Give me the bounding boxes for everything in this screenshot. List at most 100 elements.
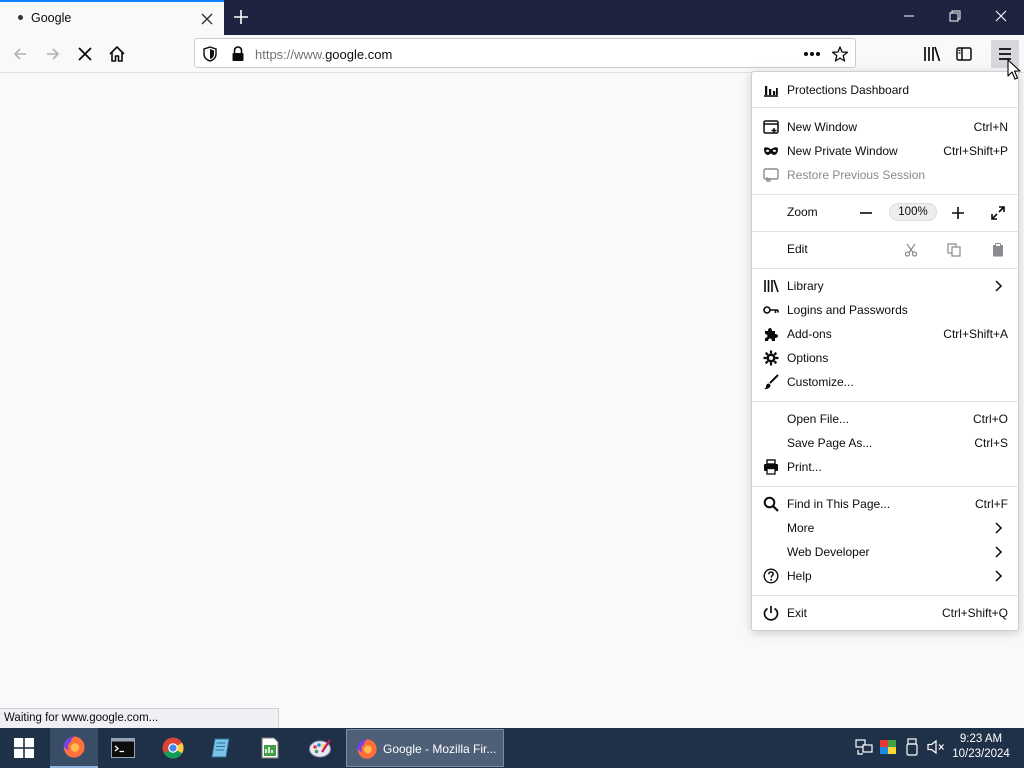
menu-item-customize[interactable]: Customize...	[752, 370, 1018, 394]
menu-item-find-in-page[interactable]: Find in This Page... Ctrl+F	[752, 492, 1018, 516]
menu-item-label: Find in This Page...	[787, 497, 891, 511]
fullscreen-icon	[991, 206, 1005, 220]
menu-item-protections-dashboard[interactable]: Protections Dashboard	[752, 78, 1018, 102]
menu-item-addons[interactable]: Add-ons Ctrl+Shift+A	[752, 322, 1018, 346]
close-icon	[201, 13, 213, 25]
usb-device-icon[interactable]	[903, 738, 921, 756]
plus-icon	[952, 207, 964, 219]
menu-item-web-developer[interactable]: Web Developer	[752, 540, 1018, 564]
menu-item-library[interactable]: Library	[752, 274, 1018, 298]
new-tab-button[interactable]	[229, 5, 253, 29]
zoom-reset-button[interactable]: 100%	[889, 203, 937, 221]
key-icon	[763, 302, 779, 318]
menu-item-shortcut: Ctrl+Shift+A	[943, 327, 1008, 341]
home-button[interactable]	[103, 40, 131, 68]
minimize-icon	[904, 15, 914, 17]
copy-button[interactable]	[944, 240, 964, 260]
url-domain: google.com	[325, 47, 393, 62]
menu-item-print[interactable]: Print...	[752, 455, 1018, 479]
menu-separator	[752, 268, 1018, 269]
menu-item-label: Customize...	[787, 375, 854, 389]
url-text[interactable]: https://www.google.com	[255, 47, 392, 62]
bookmark-star-button[interactable]	[829, 43, 851, 65]
menu-item-shortcut: Ctrl+F	[975, 497, 1008, 511]
library-button[interactable]	[918, 40, 946, 68]
taskbar-paint[interactable]	[296, 728, 344, 768]
home-icon	[109, 46, 125, 62]
taskbar-chrome[interactable]	[150, 728, 196, 768]
zoom-in-button[interactable]	[947, 202, 969, 224]
sidebar-icon	[956, 47, 972, 61]
paste-button[interactable]	[988, 240, 1008, 260]
notepad-icon	[211, 738, 230, 758]
taskbar-window-firefox[interactable]: Google - Mozilla Fir...	[346, 729, 504, 767]
page-actions-button[interactable]	[801, 43, 823, 65]
start-button[interactable]	[0, 728, 48, 768]
menu-item-label: Exit	[787, 606, 808, 620]
tab-close-button[interactable]	[196, 8, 218, 30]
puzzle-piece-icon	[763, 326, 779, 342]
lock-icon	[232, 46, 244, 61]
menu-item-logins-passwords[interactable]: Logins and Passwords	[752, 298, 1018, 322]
menu-item-exit[interactable]: Exit Ctrl+Shift+Q	[752, 601, 1018, 625]
title-bar: Google	[0, 0, 1024, 35]
menu-item-label: New Private Window	[787, 144, 898, 158]
menu-item-label: Web Developer	[787, 545, 870, 559]
clock-time: 9:23 AM	[959, 733, 1003, 745]
library-icon	[924, 46, 941, 62]
power-icon	[763, 605, 779, 621]
minimize-button[interactable]	[886, 0, 932, 33]
cut-button[interactable]	[901, 240, 921, 260]
menu-item-label: Logins and Passwords	[787, 303, 908, 317]
url-prefix: https://www.	[255, 47, 326, 62]
forward-arrow-icon	[47, 48, 60, 60]
taskbar-firefox[interactable]	[50, 728, 98, 768]
zoom-controls: Zoom 100%	[752, 200, 1018, 224]
menu-item-label: Restore Previous Session	[787, 168, 926, 182]
restore-button[interactable]	[932, 0, 978, 33]
taskbar-clock[interactable]: 9:23 AM 10/23/2024	[946, 732, 1016, 762]
menu-item-label: Help	[787, 569, 812, 583]
url-bar[interactable]: https://www.google.com	[194, 38, 856, 68]
taskbar-terminal[interactable]	[100, 728, 146, 768]
fullscreen-button[interactable]	[987, 202, 1009, 224]
status-panel: Waiting for www.google.com...	[0, 708, 279, 728]
menu-item-new-private-window[interactable]: New Private Window Ctrl+Shift+P	[752, 139, 1018, 163]
menu-separator	[752, 595, 1018, 596]
menu-separator	[752, 231, 1018, 232]
menu-item-help[interactable]: Help	[752, 564, 1018, 588]
firefox-icon	[63, 736, 85, 758]
zoom-out-button[interactable]	[855, 202, 877, 224]
tab-google[interactable]: Google	[0, 0, 224, 35]
menu-item-label: Print...	[787, 460, 822, 474]
stop-button[interactable]	[71, 40, 99, 68]
speaker-muted-icon[interactable]	[927, 738, 945, 756]
terminal-icon	[111, 738, 135, 758]
copy-icon	[947, 243, 961, 257]
menu-item-shortcut: Ctrl+S	[974, 436, 1008, 450]
taskbar: Google - Mozilla Fir... 9:23 AM 10/23/20…	[0, 728, 1024, 768]
menu-item-more[interactable]: More	[752, 516, 1018, 540]
mouse-cursor-icon	[1007, 59, 1021, 80]
menu-item-restore-session[interactable]: Restore Previous Session	[752, 163, 1018, 187]
chrome-icon	[162, 737, 184, 759]
clipboard-icon	[993, 243, 1003, 257]
taskbar-notepad[interactable]	[198, 728, 244, 768]
plus-icon	[234, 10, 248, 24]
menu-item-open-file[interactable]: Open File... Ctrl+O	[752, 407, 1018, 431]
paint-palette-icon	[309, 739, 331, 758]
color-display-icon[interactable]	[879, 738, 897, 756]
tracking-protection-button[interactable]	[199, 43, 221, 65]
menu-item-options[interactable]: Options	[752, 346, 1018, 370]
close-window-button[interactable]	[978, 0, 1024, 33]
taskbar-spreadsheet[interactable]	[246, 728, 294, 768]
forward-button[interactable]	[39, 40, 67, 68]
sidebar-button[interactable]	[950, 40, 978, 68]
menu-item-new-window[interactable]: New Window Ctrl+N	[752, 115, 1018, 139]
menu-item-save-page[interactable]: Save Page As... Ctrl+S	[752, 431, 1018, 455]
site-info-button[interactable]	[227, 43, 249, 65]
app-menu: Protections Dashboard New Window Ctrl+N …	[751, 71, 1019, 631]
back-button[interactable]	[6, 40, 34, 68]
network-icon[interactable]	[855, 738, 873, 756]
star-icon	[832, 46, 848, 62]
